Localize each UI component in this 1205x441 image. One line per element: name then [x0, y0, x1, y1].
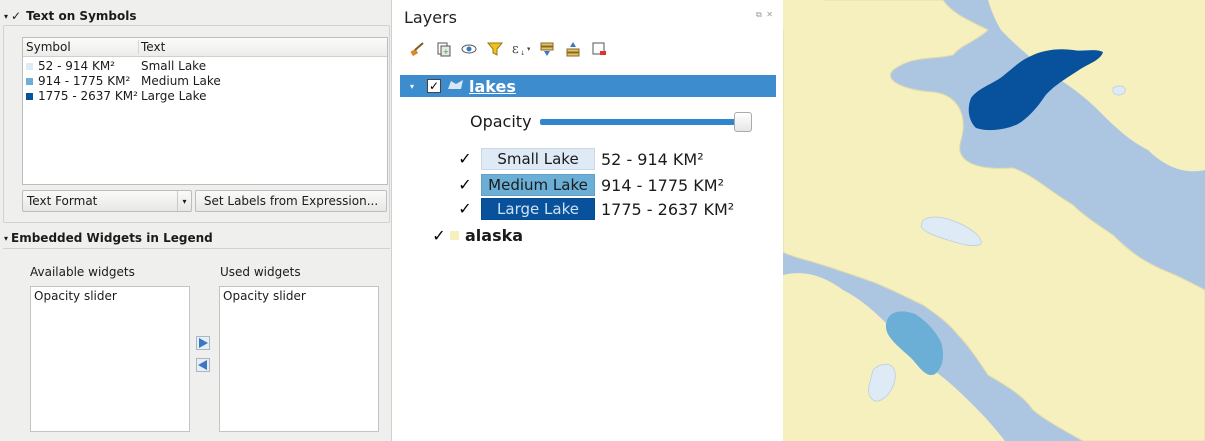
layers-panel: Layers ⧉ ✕ + ε ↓ ▾ ▾ ✓ lakes Opacity ✓ S…	[400, 0, 780, 441]
layer-row-lakes[interactable]: ▾ ✓ lakes	[400, 75, 776, 97]
chevron-down-icon[interactable]: ▾	[177, 191, 191, 211]
collapse-all-icon[interactable]	[564, 40, 582, 58]
opacity-slider[interactable]	[539, 111, 752, 132]
text-format-combo-value: Text Format	[27, 194, 98, 208]
polygon-layer-icon	[448, 79, 464, 93]
column-header-text[interactable]: Text	[139, 40, 165, 54]
symbol-swatch	[26, 62, 33, 70]
add-widget-button[interactable]	[196, 336, 210, 350]
map-canvas[interactable]	[783, 0, 1205, 441]
symbol-swatch	[26, 92, 33, 100]
expand-all-icon[interactable]	[538, 40, 556, 58]
svg-text:▾: ▾	[527, 45, 530, 53]
filter-icon[interactable]	[486, 40, 504, 58]
remove-layer-icon[interactable]	[590, 40, 608, 58]
column-header-symbol[interactable]: Symbol	[23, 40, 139, 54]
used-widgets-label: Used widgets	[220, 265, 301, 279]
expression-filter-icon[interactable]: ε ↓ ▾	[512, 40, 530, 58]
class-visibility-checkbox[interactable]: ✓	[458, 201, 472, 217]
arrow-right-icon	[199, 338, 208, 348]
symbol-text[interactable]: Medium Lake	[139, 74, 221, 88]
collapse-arrow-icon[interactable]: ▾	[4, 12, 8, 21]
text-on-symbols-group-header[interactable]: ▾ ✓ Text on Symbols	[4, 6, 137, 26]
symbol-range: 52 - 914 KM²	[38, 58, 115, 73]
eye-icon[interactable]	[460, 40, 478, 58]
class-range: 52 - 914 KM²	[601, 149, 704, 169]
symbol-text[interactable]: Large Lake	[139, 89, 207, 103]
layers-toolbar: + ε ↓ ▾	[408, 38, 608, 60]
class-range: 914 - 1775 KM²	[601, 175, 724, 195]
text-on-symbols-title: Text on Symbols	[26, 9, 137, 23]
table-row[interactable]: 52 - 914 KM² Small Lake	[23, 58, 387, 73]
text-format-combo[interactable]: Text Format ▾	[22, 190, 192, 212]
collapse-arrow-icon[interactable]: ▾	[4, 234, 8, 243]
class-visibility-checkbox[interactable]: ✓	[458, 177, 472, 193]
table-row[interactable]: 914 - 1775 KM² Medium Lake	[23, 73, 387, 88]
opacity-label: Opacity	[470, 112, 532, 131]
collapse-arrow-icon[interactable]: ▾	[410, 82, 414, 91]
svg-text:ε: ε	[512, 42, 519, 57]
style-brush-icon[interactable]	[408, 40, 426, 58]
table-row[interactable]: 1775 - 2637 KM² Large Lake	[23, 88, 387, 103]
svg-text:↓: ↓	[520, 50, 525, 57]
symbol-range: 1775 - 2637 KM²	[38, 88, 138, 103]
class-visibility-checkbox[interactable]: ✓	[458, 151, 472, 167]
layer-visibility-checkbox[interactable]: ✓	[432, 227, 446, 243]
table-header: Symbol Text	[23, 38, 387, 57]
available-widgets-label: Available widgets	[30, 265, 135, 279]
layers-panel-title: Layers	[404, 8, 457, 27]
symbol-text[interactable]: Small Lake	[139, 59, 206, 73]
class-label-chip: Small Lake	[481, 148, 595, 170]
class-range: 1775 - 2637 KM²	[601, 199, 735, 219]
text-on-symbols-checkbox[interactable]: ✓	[11, 9, 21, 23]
legend-class-row[interactable]: ✓ Medium Lake 914 - 1775 KM²	[458, 174, 724, 196]
symbol-swatch	[26, 77, 33, 85]
legend-class-row[interactable]: ✓ Small Lake 52 - 914 KM²	[458, 148, 704, 170]
arrow-left-icon	[198, 360, 207, 370]
embedded-widgets-group-header[interactable]: ▾ Embedded Widgets in Legend	[4, 228, 213, 248]
layer-row-alaska[interactable]: ✓ alaska	[432, 226, 523, 245]
remove-widget-button[interactable]	[196, 358, 210, 372]
symbol-range: 914 - 1775 KM²	[38, 73, 131, 88]
list-item[interactable]: Opacity slider	[223, 289, 375, 303]
panel-float-close-icon[interactable]: ⧉ ✕	[756, 10, 774, 20]
layer-name[interactable]: lakes	[469, 77, 516, 96]
map-svg	[783, 0, 1205, 441]
layer-visibility-checkbox[interactable]: ✓	[427, 79, 442, 93]
set-labels-from-expression-button[interactable]: Set Labels from Expression...	[195, 190, 387, 212]
class-label-chip: Large Lake	[481, 198, 595, 220]
legend-class-row[interactable]: ✓ Large Lake 1775 - 2637 KM²	[458, 198, 734, 220]
symbol-text-table[interactable]: Symbol Text 52 - 914 KM² Small Lake 914 …	[22, 37, 388, 185]
svg-text:+: +	[443, 48, 449, 56]
add-group-icon[interactable]: +	[434, 40, 452, 58]
used-widgets-list[interactable]: Opacity slider	[219, 286, 379, 432]
opacity-slider-handle[interactable]	[733, 111, 752, 132]
layer-name[interactable]: alaska	[465, 226, 523, 245]
list-item[interactable]: Opacity slider	[34, 289, 186, 303]
class-label-chip: Medium Lake	[481, 174, 595, 196]
embedded-widgets-title: Embedded Widgets in Legend	[11, 231, 213, 245]
opacity-widget: Opacity	[470, 111, 752, 132]
layer-color-swatch	[450, 231, 459, 240]
symbology-properties-panel: ▾ ✓ Text on Symbols Symbol Text 52 - 914…	[0, 0, 392, 441]
available-widgets-list[interactable]: Opacity slider	[30, 286, 190, 432]
small-lake	[1112, 85, 1126, 96]
